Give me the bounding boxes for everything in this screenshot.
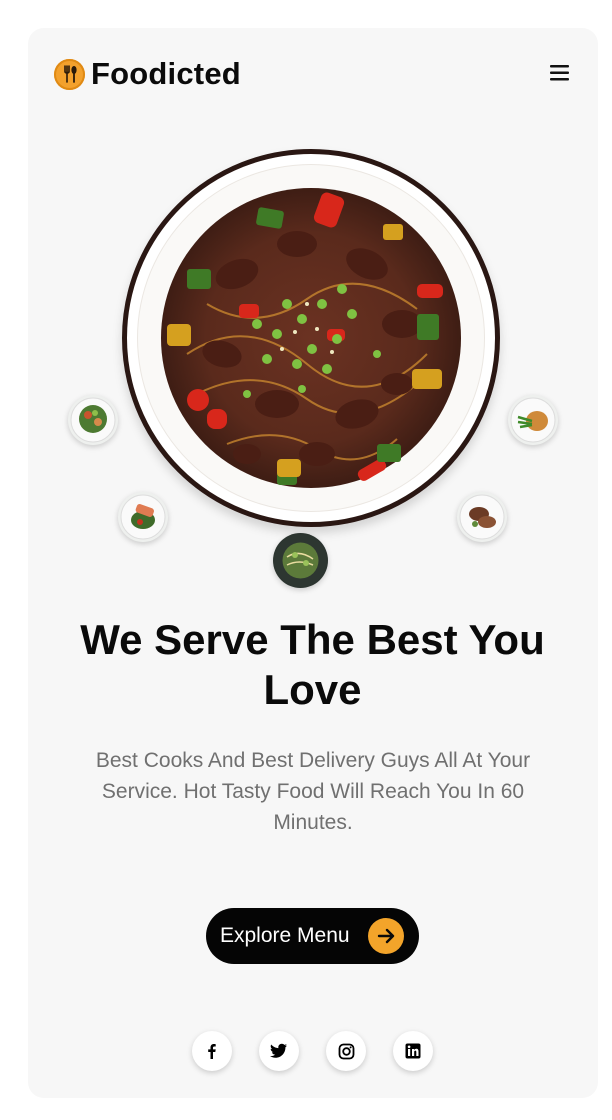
hero-headline: We Serve The Best You Love: [80, 616, 545, 713]
noodle-greens-thumbnail[interactable]: [508, 395, 558, 445]
hero-subtext: Best Cooks And Best Delivery Guys All At…: [95, 749, 531, 834]
instagram-icon[interactable]: [326, 1031, 366, 1071]
brand-name: Foodicted: [91, 56, 241, 91]
facebook-icon[interactable]: [192, 1031, 232, 1071]
arrow-right-icon: [368, 918, 404, 954]
linkedin-icon[interactable]: [393, 1031, 433, 1071]
explore-menu-label: Explore Menu: [220, 924, 350, 947]
social-links: [192, 1031, 434, 1071]
explore-menu-button[interactable]: Explore Menu: [206, 908, 419, 964]
fork-spoon-icon: [54, 58, 85, 90]
brand[interactable]: Foodicted: [54, 56, 241, 92]
hamburger-menu-icon[interactable]: [548, 62, 572, 84]
grilled-meat-thumbnail[interactable]: [457, 492, 507, 542]
twitter-icon[interactable]: [259, 1031, 299, 1071]
salmon-salad-thumbnail[interactable]: [118, 492, 168, 542]
salad-plate-thumbnail[interactable]: [68, 395, 118, 445]
main-dish-image: [122, 149, 500, 527]
green-noodle-bowl-thumbnail[interactable]: [273, 533, 328, 588]
